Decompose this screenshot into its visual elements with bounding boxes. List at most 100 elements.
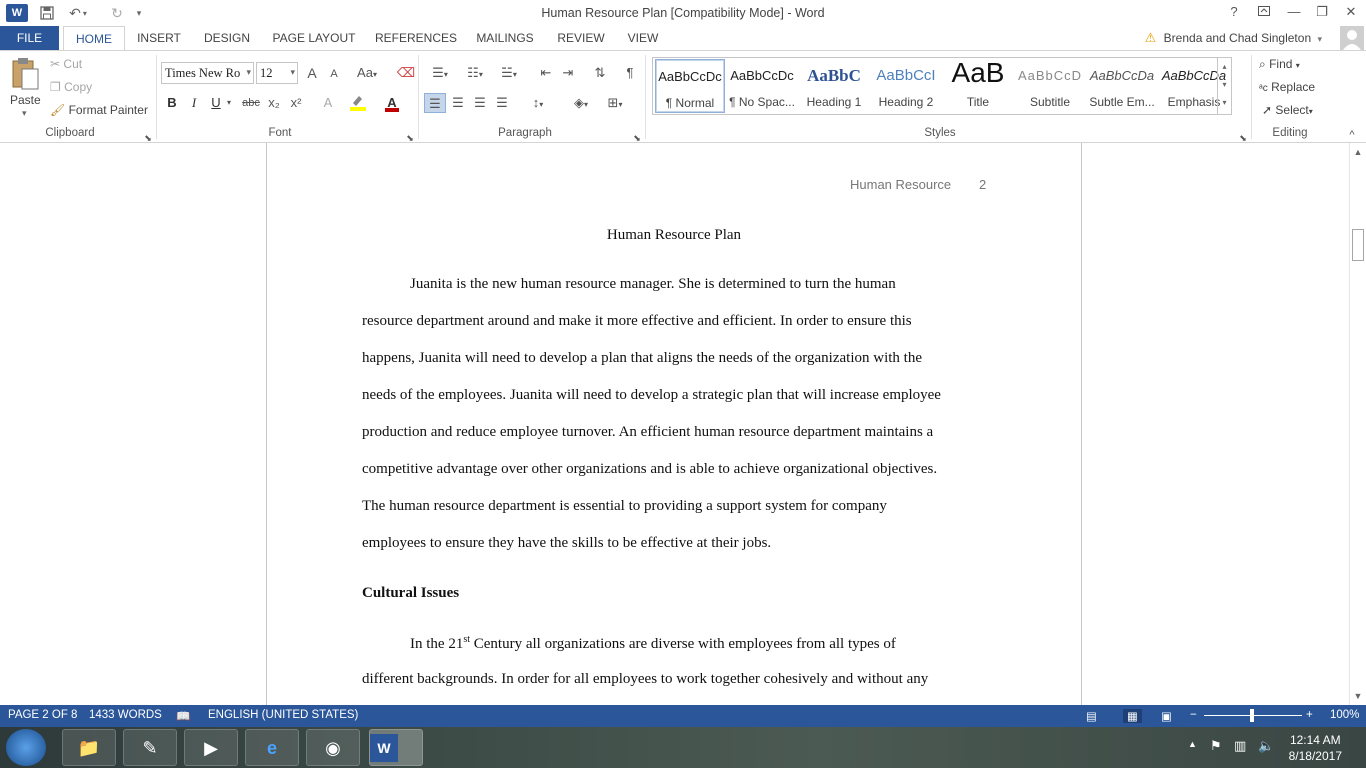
- font-name-combo[interactable]: Times New Ro: [161, 62, 254, 84]
- bullets-icon[interactable]: ☰▾: [426, 63, 454, 83]
- highlight-color-icon[interactable]: [348, 93, 368, 113]
- shading-icon[interactable]: ◈▾: [566, 93, 596, 113]
- zoom-level[interactable]: 100%: [1330, 709, 1359, 721]
- subscript-button[interactable]: x₂: [264, 93, 284, 113]
- scroll-up-arrow[interactable]: ▲: [1351, 145, 1365, 159]
- line-spacing-icon[interactable]: ↕▾: [524, 93, 552, 113]
- style-heading-2[interactable]: AaBbCcI Heading 2: [871, 59, 941, 113]
- find-button[interactable]: ⌕ Find ▾: [1259, 57, 1300, 72]
- align-center-button[interactable]: ☰: [448, 93, 468, 113]
- tab-page-layout[interactable]: PAGE LAYOUT: [266, 26, 362, 50]
- start-button[interactable]: [6, 729, 46, 766]
- numbering-icon[interactable]: ☷▾: [460, 63, 490, 83]
- user-account[interactable]: ⚠ Brenda and Chad Singleton ▾: [1145, 30, 1322, 46]
- underline-button[interactable]: U: [206, 93, 226, 113]
- tab-references[interactable]: REFERENCES: [372, 26, 460, 50]
- word-count[interactable]: 1433 WORDS: [89, 709, 162, 721]
- document-page[interactable]: Human Resource 2 Human Resource Plan Jua…: [266, 143, 1082, 705]
- select-button[interactable]: ➚ Select▾: [1262, 103, 1313, 117]
- style-preview: AaB: [951, 59, 1005, 88]
- style-name: Heading 2: [878, 95, 934, 109]
- font-color-icon[interactable]: A: [382, 93, 402, 113]
- increase-indent-icon[interactable]: ⇥: [558, 63, 578, 83]
- style-normal[interactable]: AaBbCcDc ¶ Normal: [655, 59, 725, 113]
- system-clock[interactable]: 12:14 AM 8/18/2017: [1289, 732, 1342, 764]
- format-painter-button[interactable]: 🖌 Format Painter: [50, 103, 148, 117]
- read-mode-icon[interactable]: ▤: [1086, 709, 1097, 723]
- copy-button[interactable]: ❐ Copy: [50, 80, 92, 94]
- change-case-icon[interactable]: Aa▾: [354, 63, 380, 83]
- zoom-out-icon[interactable]: −: [1190, 709, 1197, 721]
- cut-button[interactable]: ✂ Cut: [50, 57, 82, 71]
- sort-icon[interactable]: ⇅: [590, 63, 610, 83]
- italic-button[interactable]: I: [184, 93, 204, 113]
- collapse-ribbon-icon[interactable]: ^: [1342, 125, 1362, 145]
- binoculars-icon: ⌕: [1259, 57, 1266, 71]
- strikethrough-button[interactable]: abc: [240, 93, 262, 113]
- underline-dropdown-icon[interactable]: ▾: [224, 93, 234, 113]
- paste-button[interactable]: Paste ▾: [6, 55, 44, 121]
- select-label: Select: [1275, 103, 1309, 117]
- chrome-icon[interactable]: ◉: [306, 729, 360, 766]
- restore-button[interactable]: ❐: [1307, 2, 1337, 22]
- bold-button[interactable]: B: [162, 93, 182, 113]
- cut-label: Cut: [63, 57, 83, 71]
- tab-view[interactable]: VIEW: [620, 26, 666, 50]
- justify-button[interactable]: ☰: [492, 93, 512, 113]
- styles-scroll[interactable]: ▴ ▾ ▾: [1217, 58, 1231, 114]
- tab-review[interactable]: REVIEW: [550, 26, 612, 50]
- web-layout-icon[interactable]: ▣: [1161, 709, 1172, 723]
- style-heading-1[interactable]: AaBbC Heading 1: [799, 59, 869, 113]
- clear-formatting-icon[interactable]: ⌫: [396, 63, 416, 83]
- text-effects-icon[interactable]: A: [318, 93, 338, 113]
- media-player-icon[interactable]: ▶: [184, 729, 238, 766]
- close-button[interactable]: ✕: [1336, 2, 1366, 22]
- volume-icon[interactable]: 🔈: [1258, 738, 1274, 754]
- scroll-down-arrow[interactable]: ▼: [1351, 689, 1365, 703]
- decrease-indent-icon[interactable]: ⇤: [536, 63, 556, 83]
- tab-insert[interactable]: INSERT: [130, 26, 188, 50]
- page-count[interactable]: PAGE 2 OF 8: [8, 709, 77, 721]
- align-left-button[interactable]: ☰: [424, 93, 446, 113]
- zoom-in-icon[interactable]: +: [1306, 709, 1313, 721]
- show-formatting-marks-icon[interactable]: ¶: [620, 63, 640, 83]
- zoom-slider-thumb[interactable]: [1250, 709, 1254, 722]
- document-canvas[interactable]: Human Resource 2 Human Resource Plan Jua…: [0, 143, 1349, 705]
- tab-design[interactable]: DESIGN: [196, 26, 258, 50]
- align-right-button[interactable]: ☰: [470, 93, 490, 113]
- avatar[interactable]: [1340, 26, 1364, 50]
- action-center-icon[interactable]: ⚑: [1210, 738, 1222, 754]
- internet-explorer-icon[interactable]: e: [245, 729, 299, 766]
- style-subtle-emphasis[interactable]: AaBbCcDa Subtle Em...: [1087, 59, 1157, 113]
- superscript-button[interactable]: x²: [286, 93, 306, 113]
- vertical-scrollbar[interactable]: ▲ ▼: [1349, 143, 1366, 705]
- tab-mailings[interactable]: MAILINGS: [468, 26, 542, 50]
- grow-font-icon[interactable]: A: [302, 63, 322, 83]
- font-size-combo[interactable]: 12: [256, 62, 298, 84]
- style-title[interactable]: AaB Title: [943, 59, 1013, 113]
- style-no-spacing[interactable]: AaBbCcDc ¶ No Spac...: [727, 59, 797, 113]
- file-explorer-icon[interactable]: 📁: [62, 729, 116, 766]
- proofing-icon[interactable]: 📖: [176, 709, 190, 723]
- ribbon-display-options-icon[interactable]: [1249, 2, 1279, 22]
- pinned-app-icon[interactable]: ✎: [123, 729, 177, 766]
- replace-button[interactable]: ᵃc Replace: [1259, 80, 1315, 94]
- word-taskbar-icon[interactable]: W: [369, 729, 423, 766]
- format-painter-label: Format Painter: [68, 103, 148, 117]
- minimize-button[interactable]: —: [1279, 2, 1309, 22]
- style-subtitle[interactable]: AaBbCcD Subtitle: [1015, 59, 1085, 113]
- paragraph-line: The human resource department is essenti…: [362, 498, 887, 514]
- scroll-thumb[interactable]: [1352, 229, 1364, 261]
- network-icon[interactable]: ▥: [1234, 738, 1246, 754]
- language-indicator[interactable]: ENGLISH (UNITED STATES): [208, 709, 358, 721]
- borders-icon[interactable]: ⊞▾: [600, 93, 630, 113]
- tray-expand-icon[interactable]: ▲: [1188, 739, 1197, 749]
- shrink-font-icon[interactable]: A: [324, 64, 344, 84]
- style-name: ¶ Normal: [665, 96, 715, 110]
- text-effects-glyph: A: [323, 95, 333, 110]
- tab-file[interactable]: FILE: [0, 26, 59, 50]
- print-layout-icon[interactable]: ▦: [1123, 709, 1142, 723]
- help-button[interactable]: ?: [1219, 2, 1249, 22]
- tab-home[interactable]: HOME: [63, 26, 125, 50]
- multilevel-list-icon[interactable]: ☱▾: [494, 63, 524, 83]
